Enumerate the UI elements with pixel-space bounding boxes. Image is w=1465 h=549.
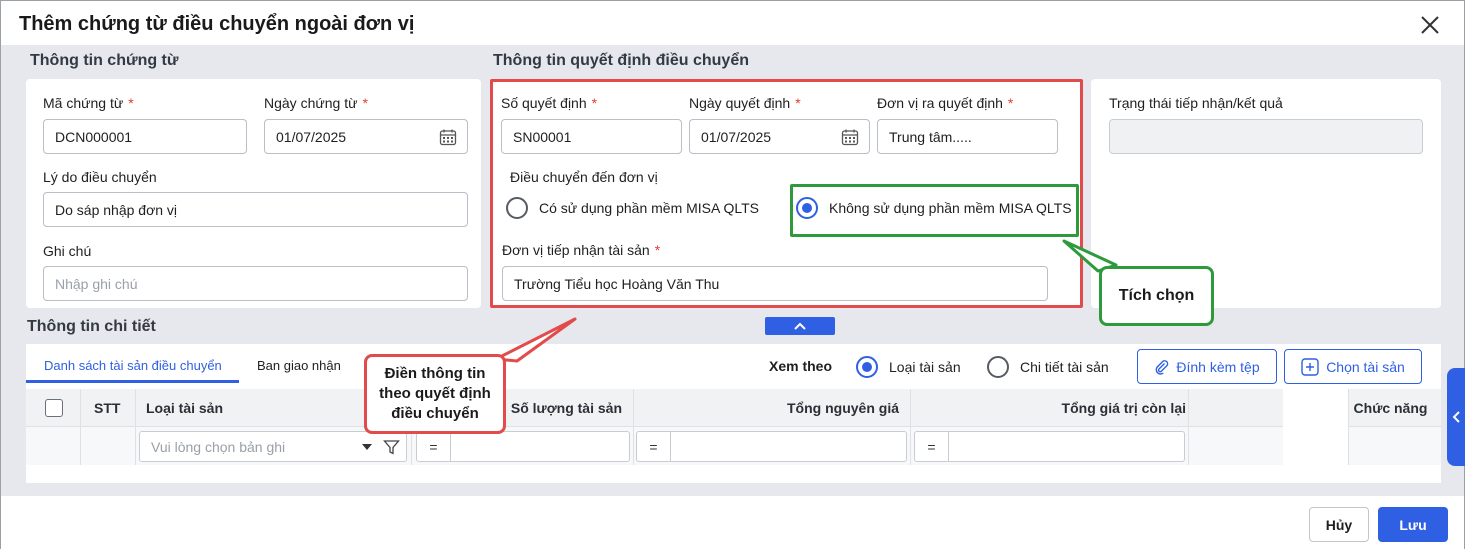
radio-highlight-box: [790, 184, 1079, 237]
remaining-filter-operator[interactable]: =: [915, 432, 949, 461]
dialog-header: Thêm chứng từ điều chuyển ngoài đơn vị: [1, 1, 1464, 45]
col-separator: [80, 389, 81, 465]
dialog-title: Thêm chứng từ điều chuyển ngoài đơn vị: [19, 13, 415, 35]
voucher-date-value: 01/07/2025: [276, 128, 347, 145]
col-separator: [1188, 389, 1189, 465]
quantity-filter-operator[interactable]: =: [417, 432, 451, 461]
radio-view-asset-detail[interactable]: Chi tiết tài sản: [987, 356, 1109, 378]
dialog-footer: [1, 496, 1464, 549]
dropdown-arrow-icon[interactable]: [362, 444, 372, 450]
tab-handover[interactable]: Ban giao nhận: [257, 358, 341, 373]
col-separator: [910, 389, 911, 465]
asset-type-filter-placeholder: Vui lòng chọn bản ghi: [151, 438, 286, 455]
col-separator: [633, 389, 634, 465]
asset-type-filter[interactable]: Vui lòng chọn bản ghi: [139, 431, 407, 462]
radio-view-asset-detail-circle[interactable]: [987, 356, 1009, 378]
col-asset-type: Loại tài sản: [146, 400, 224, 416]
note-input[interactable]: Nhập ghi chú: [43, 266, 468, 301]
voucher-code-label: Mã chứng từ *: [43, 95, 134, 111]
chevron-left-icon: [1452, 411, 1460, 423]
grid-header: STT Loại tài sản Số lượng tài sản Tổng n…: [26, 389, 1441, 427]
status-label: Trạng thái tiếp nhận/kết quả: [1109, 95, 1283, 111]
radio-view-asset-type-circle[interactable]: [856, 356, 878, 378]
attach-file-label: Đính kèm tệp: [1176, 358, 1260, 375]
dialog: Thêm chứng từ điều chuyển ngoài đơn vị T…: [0, 0, 1465, 549]
total-cost-filter[interactable]: =: [636, 431, 907, 462]
status-input: [1109, 119, 1423, 154]
select-all-checkbox[interactable]: [45, 399, 63, 417]
close-icon[interactable]: [1417, 12, 1443, 38]
grid-filter-row: Vui lòng chọn bản ghi = = =: [26, 427, 1441, 465]
tab-underline: [26, 380, 239, 383]
cancel-button[interactable]: Hủy: [1309, 507, 1369, 542]
col-total-remaining: Tổng giá trị còn lại: [1061, 400, 1186, 416]
chevron-up-icon: [794, 322, 806, 330]
fill-info-callout: Điền thông tin theo quyết định điều chuy…: [364, 354, 506, 434]
voucher-date-label: Ngày chứng từ *: [264, 95, 368, 111]
choose-asset-label: Chọn tài sản: [1326, 358, 1405, 375]
col-total-cost: Tổng nguyên giá: [787, 400, 899, 416]
note-label: Ghi chú: [43, 243, 92, 259]
side-panel-toggle[interactable]: [1447, 368, 1465, 466]
view-by-label: Xem theo: [769, 358, 833, 374]
quantity-filter[interactable]: =: [416, 431, 630, 462]
radio-view-asset-type-label: Loại tài sản: [889, 359, 961, 375]
col-separator: [1348, 389, 1349, 465]
plus-square-icon: [1301, 357, 1319, 376]
voucher-date-input[interactable]: 01/07/2025: [264, 119, 468, 154]
paperclip-icon: [1155, 359, 1169, 375]
remaining-filter[interactable]: =: [914, 431, 1185, 462]
attach-file-button[interactable]: Đính kèm tệp: [1137, 349, 1277, 384]
tab-asset-list[interactable]: Danh sách tài sản điều chuyển: [44, 358, 222, 373]
check-callout: Tích chọn: [1099, 266, 1214, 326]
detail-title: Thông tin chi tiết: [27, 318, 156, 335]
collapse-button[interactable]: [765, 317, 835, 335]
decision-info-title: Thông tin quyết định điều chuyển: [493, 52, 749, 69]
reason-input[interactable]: Do sáp nhập đơn vị: [43, 192, 468, 227]
col-separator: [135, 389, 136, 465]
voucher-code-input[interactable]: DCN000001: [43, 119, 247, 154]
grid-gap: [1283, 389, 1348, 465]
choose-asset-button[interactable]: Chọn tài sản: [1284, 349, 1422, 384]
save-button[interactable]: Lưu: [1378, 507, 1448, 542]
total-cost-filter-operator[interactable]: =: [637, 432, 671, 461]
reason-label: Lý do điều chuyển: [43, 169, 157, 185]
filter-icon[interactable]: [383, 439, 400, 456]
voucher-info-title: Thông tin chứng từ: [30, 52, 179, 69]
calendar-icon[interactable]: [439, 128, 457, 146]
col-stt: STT: [94, 400, 121, 416]
radio-view-asset-type[interactable]: Loại tài sản: [856, 356, 961, 378]
radio-view-asset-detail-label: Chi tiết tài sản: [1020, 359, 1109, 375]
col-actions: Chức năng: [1353, 400, 1428, 416]
